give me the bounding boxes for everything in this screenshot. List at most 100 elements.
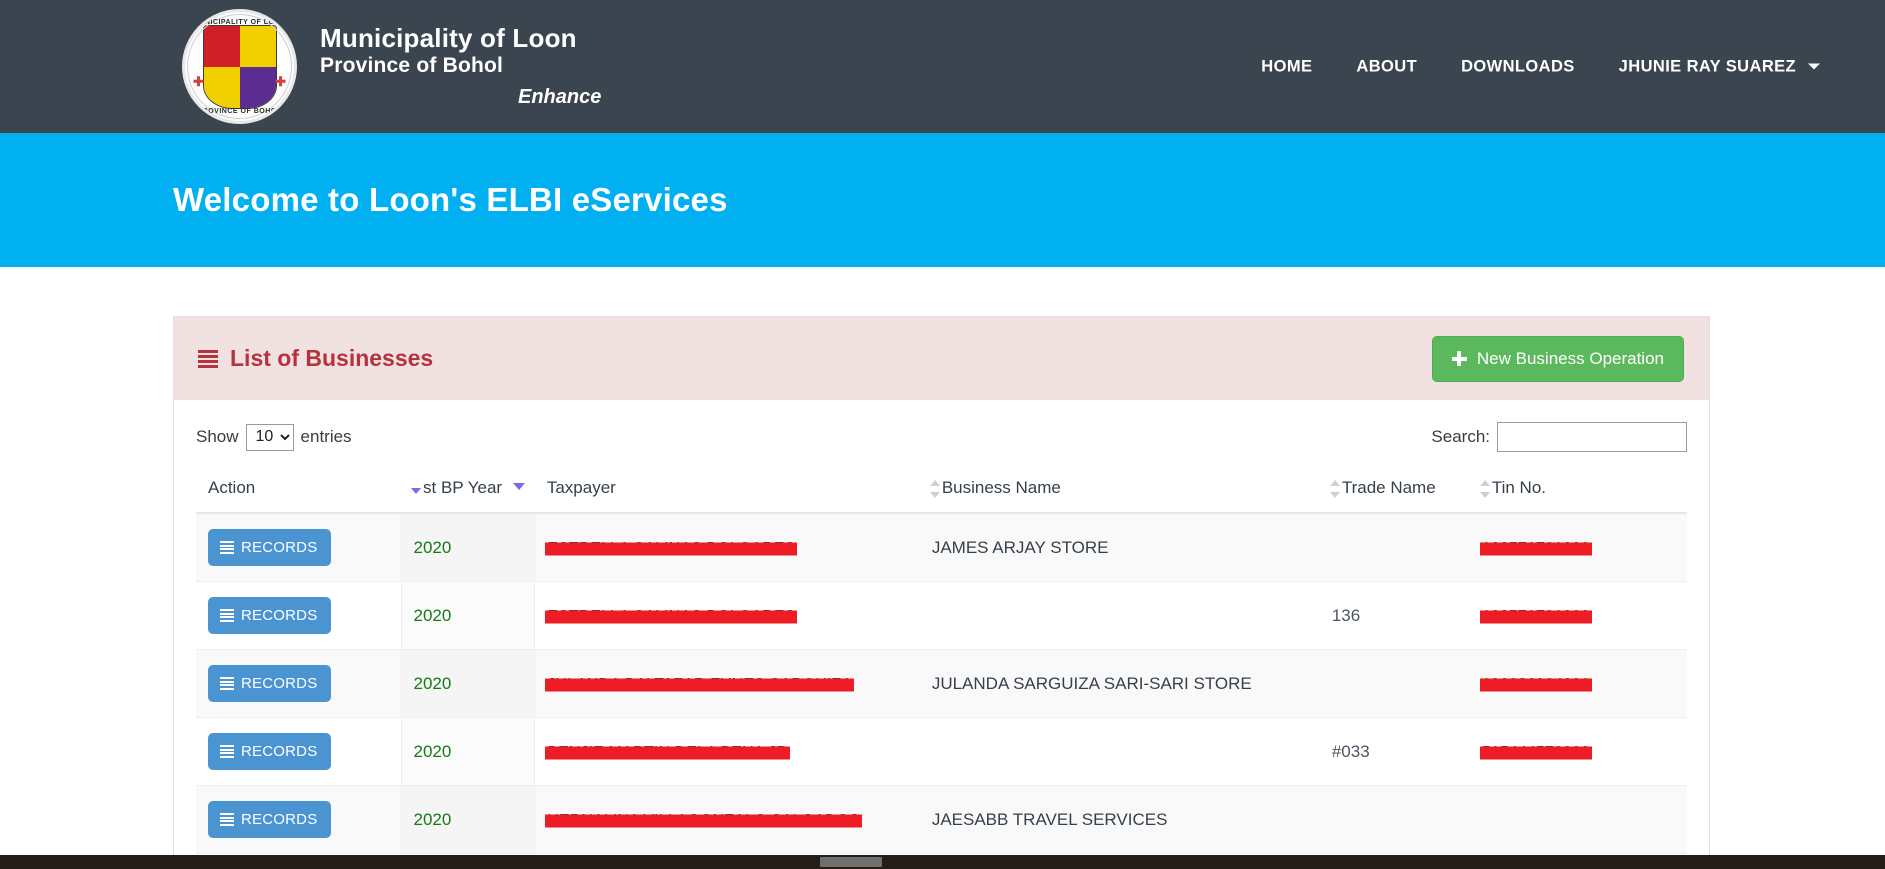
column-header-tin-no[interactable]: Tin No.	[1469, 466, 1687, 514]
redacted-taxpayer-name: JULANDA BALTAZAR FUNES SARGUIZA	[547, 675, 853, 693]
column-header-business-name[interactable]: Business Name	[919, 466, 1320, 514]
nav-item-user-menu[interactable]: JHUNIE RAY SUAREZ	[1597, 47, 1830, 86]
records-button[interactable]: RECORDS	[208, 529, 332, 566]
cell-taxpayer: JULANDA BALTAZAR FUNES SARGUIZA	[534, 649, 920, 718]
records-button[interactable]: RECORDS	[208, 801, 332, 838]
brand-tagline: Enhance	[518, 86, 602, 109]
cell-trade-name: #033	[1319, 717, 1470, 786]
records-button-label: RECORDS	[241, 675, 318, 692]
records-icon	[220, 745, 234, 758]
chevron-down-icon	[1808, 63, 1820, 70]
nav-user-label: JHUNIE RAY SUAREZ	[1618, 57, 1797, 75]
list-icon	[198, 349, 218, 368]
records-icon	[220, 813, 234, 826]
records-button[interactable]: RECORDS	[208, 597, 332, 634]
redacted-tin-no: 192286924001	[1481, 675, 1590, 693]
page-title: Welcome to Loon's ELBI eServices	[173, 181, 728, 218]
redacted-taxpayer-name: HERNALINA VILLAGONZALO SALGADOS	[547, 811, 860, 829]
column-header-last-bp-year[interactable]: st BP Year	[401, 466, 535, 514]
cell-trade-name	[1319, 513, 1470, 582]
card-header: List of Businesses New Business Operatio…	[174, 317, 1709, 400]
column-label-business-name: Business Name	[941, 478, 1061, 497]
table-row: RECORDS 2020 HERNALINA VILLAGONZALO SALGAD…	[196, 785, 1687, 854]
table-row: RECORDS 2020 ESTRELLA SALINAS BOLGARES JAME…	[196, 513, 1687, 582]
cell-business-name: JAMES ARJAY STORE	[919, 513, 1320, 582]
redacted-tin-no: 515444572000	[1481, 743, 1590, 761]
records-button-label: RECORDS	[241, 811, 318, 828]
records-button-label: RECORDS	[241, 539, 318, 556]
cell-tin-no: 108571721000	[1469, 513, 1687, 582]
page-length-select[interactable]: 10	[245, 423, 294, 451]
brand-text: Municipality of Loon Province of Bohol E…	[320, 23, 602, 109]
cell-trade-name: 136	[1319, 581, 1470, 650]
column-header-taxpayer[interactable]: Taxpayer	[534, 466, 920, 514]
municipality-seal-icon: MUNICIPALITY OF LOON PROVINCE OF BOHOL ✚…	[182, 9, 297, 124]
seal-top-text: MUNICIPALITY OF LOON	[193, 19, 286, 26]
scrollbar-thumb[interactable]	[820, 857, 882, 867]
cell-last-bp-year: 2020	[400, 785, 536, 854]
records-icon	[220, 677, 234, 690]
cell-action: RECORDS	[196, 513, 401, 582]
page-body: List of Businesses New Business Operatio…	[0, 316, 1885, 869]
cell-last-bp-year: 2020	[400, 717, 536, 786]
cell-tin-no: 192286924001	[1469, 649, 1687, 718]
records-icon	[220, 541, 234, 554]
cell-tin-no	[1469, 785, 1687, 854]
top-navbar: MUNICIPALITY OF LOON PROVINCE OF BOHOL ✚…	[0, 0, 1885, 133]
new-business-operation-button[interactable]: New Business Operation	[1431, 335, 1684, 382]
cell-tin-no: 108571721000	[1469, 581, 1687, 650]
card-body: Show 10 entries Search: Action st BP Yea…	[174, 400, 1709, 869]
cell-action: RECORDS	[196, 581, 401, 650]
sort-arrows-icon	[1329, 480, 1340, 498]
redacted-taxpayer-name: ESTRELLA SALINAS BOLGARES	[547, 607, 796, 625]
sort-arrows-icon	[411, 480, 421, 498]
records-button[interactable]: RECORDS	[208, 665, 332, 702]
redacted-tin-no: 108571721000	[1481, 607, 1590, 625]
table-row: RECORDS 2020 BENJIE MARTIN DELA PENA JR #03…	[196, 717, 1687, 786]
cell-action: RECORDS	[196, 649, 401, 718]
seal-bottom-text: PROVINCE OF BOHOL	[197, 108, 282, 115]
nav-item-downloads[interactable]: DOWNLOADS	[1439, 47, 1597, 86]
cell-last-bp-year: 2020	[400, 649, 536, 718]
table-head: Action st BP Year Taxpayer Business Name…	[196, 466, 1687, 514]
table-body: RECORDS 2020 ESTRELLA SALINAS BOLGARES JAME…	[196, 513, 1687, 869]
redacted-taxpayer-name: BENJIE MARTIN DELA PENA JR	[547, 743, 788, 761]
records-button-label: RECORDS	[241, 607, 318, 624]
records-button-label: RECORDS	[241, 743, 318, 760]
cell-action: RECORDS	[196, 717, 401, 786]
search-control: Search:	[1431, 422, 1687, 452]
search-label: Search:	[1431, 427, 1490, 446]
nav-item-about[interactable]: ABOUT	[1334, 47, 1439, 86]
column-header-trade-name[interactable]: Trade Name	[1319, 466, 1470, 514]
cell-business-name: JAESABB TRAVEL SERVICES	[919, 785, 1320, 854]
cell-trade-name	[1319, 785, 1470, 854]
plus-icon	[1451, 351, 1467, 366]
sort-arrows-icon	[1479, 480, 1490, 498]
table-row: RECORDS 2020 JULANDA BALTAZAR FUNES SARGUI…	[196, 649, 1687, 718]
table-header-row: Action st BP Year Taxpayer Business Name…	[196, 466, 1687, 514]
cell-business-name	[919, 581, 1320, 650]
cell-trade-name	[1319, 649, 1470, 718]
seal-ring	[187, 14, 292, 119]
sort-arrows-icon	[929, 480, 940, 498]
nav-links: HOME ABOUT DOWNLOADS JHUNIE RAY SUAREZ	[1239, 47, 1830, 86]
column-header-action[interactable]: Action	[196, 466, 401, 514]
cell-action: RECORDS	[196, 785, 401, 854]
show-label: Show	[196, 427, 239, 446]
horizontal-scrollbar[interactable]	[0, 855, 1885, 869]
brand-subtitle: Province of Bohol	[320, 53, 504, 77]
card-title: List of Businesses	[198, 345, 433, 372]
brand[interactable]: MUNICIPALITY OF LOON PROVINCE OF BOHOL ✚…	[182, 9, 601, 124]
cell-business-name	[919, 717, 1320, 786]
sort-desc-icon	[512, 482, 525, 495]
records-icon	[220, 609, 234, 622]
card-title-label: List of Businesses	[230, 345, 434, 371]
redacted-taxpayer-name: ESTRELLA SALINAS BOLGARES	[547, 539, 796, 557]
records-button[interactable]: RECORDS	[208, 733, 332, 770]
nav-item-home[interactable]: HOME	[1239, 47, 1334, 86]
redacted-tin-no: 108571721000	[1481, 539, 1590, 557]
table-row: RECORDS 2020 ESTRELLA SALINAS BOLGARES 136 1…	[196, 581, 1687, 650]
column-label-last-bp-year: st BP Year	[423, 478, 503, 497]
search-input[interactable]	[1497, 422, 1687, 452]
entries-label: entries	[300, 427, 352, 446]
